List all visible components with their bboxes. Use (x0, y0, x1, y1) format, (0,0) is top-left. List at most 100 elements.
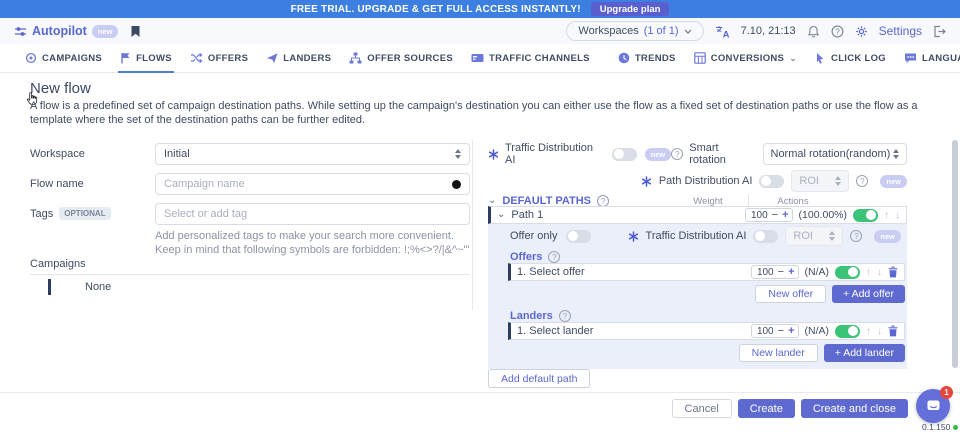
weight-increase-button[interactable]: + (788, 267, 794, 277)
offer-name[interactable]: 1. Select offer (517, 266, 585, 278)
arrow-up-icon[interactable]: ↑ (884, 210, 889, 221)
path-distribution-row: Path Distribution AI ROI ? new (488, 170, 907, 192)
logout-icon[interactable] (933, 25, 946, 38)
weight-increase-button[interactable]: + (782, 210, 788, 220)
lander-row[interactable]: 1. Select lander 100 − + (N/A) ↑ ↓ (508, 322, 905, 340)
landers-title: Landers (510, 310, 553, 322)
chevron-down-icon[interactable]: ⌄ (488, 197, 496, 205)
weight-input[interactable]: 100 − + (751, 265, 799, 279)
traffic-ai-metric-select[interactable]: ROI (785, 226, 843, 246)
add-default-path-button[interactable]: Add default path (488, 369, 590, 388)
arrow-up-icon[interactable]: ↑ (866, 326, 871, 337)
flow-name-input[interactable]: Campaign name (155, 173, 470, 195)
add-lander-button[interactable]: + Add lander (824, 344, 905, 362)
bell-icon[interactable] (807, 25, 820, 38)
new-badge: new (880, 175, 907, 188)
chevron-down-icon: ⌄ (789, 55, 797, 61)
tags-label: Tags OPTIONAL (30, 207, 111, 220)
new-badge: new (874, 230, 901, 243)
offers-buttons: New offer + Add offer (755, 285, 905, 303)
path-ai-toggle[interactable] (759, 175, 784, 188)
trial-banner-text: FREE TRIAL. UPGRADE & GET FULL ACCESS IN… (291, 4, 581, 15)
question-circle-icon[interactable]: ? (856, 175, 868, 187)
status-dot (953, 425, 958, 430)
chevron-down-icon[interactable]: ⌄ (497, 211, 505, 219)
nav-item-languages[interactable]: LANGUAGES (895, 44, 960, 72)
new-lander-button[interactable]: New lander (739, 344, 818, 362)
ai-sparkle-icon (641, 176, 652, 187)
new-offer-button[interactable]: New offer (755, 285, 826, 303)
optional-badge: OPTIONAL (59, 207, 110, 220)
arrow-up-icon[interactable]: ↑ (866, 267, 871, 278)
nav-item-offers[interactable]: OFFERS (181, 44, 257, 72)
row-accent-bar (48, 279, 51, 295)
create-and-close-button[interactable]: Create and close (801, 399, 908, 418)
weight-input[interactable]: 100 − + (745, 208, 793, 222)
select-stepper-icon (455, 149, 461, 159)
question-circle-icon[interactable]: ? (850, 230, 862, 242)
trash-icon[interactable] (888, 266, 898, 278)
cancel-button[interactable]: Cancel (672, 399, 732, 418)
arrow-down-icon[interactable]: ↓ (877, 326, 882, 337)
target-icon (25, 52, 37, 64)
weight-decrease-button[interactable]: − (772, 210, 778, 220)
page-title: New flow (30, 80, 91, 97)
trash-icon[interactable] (888, 325, 898, 337)
nav-item-trends[interactable]: TRENDS (609, 44, 685, 72)
workspaces-selector[interactable]: Workspaces (1 of 1) (566, 21, 703, 41)
weight-decrease-button[interactable]: − (778, 326, 784, 336)
weight-input[interactable]: 100 − + (751, 324, 799, 338)
nav-item-click-log[interactable]: CLICK LOG (806, 44, 895, 72)
shuffle-icon (190, 52, 203, 64)
question-circle-icon[interactable]: ? (548, 251, 560, 263)
workspace-select[interactable]: Initial (155, 143, 470, 165)
logo-new-badge: new (92, 25, 119, 38)
nav-item-traffic-channels[interactable]: TRAFFIC CHANNELS (462, 44, 599, 72)
app-logo[interactable]: Autopilot (32, 24, 87, 38)
traffic-ai-toggle[interactable] (753, 230, 778, 243)
new-badge: new (645, 148, 672, 161)
nav-item-conversions[interactable]: CONVERSIONS ⌄ (685, 44, 806, 72)
nav-item-landers[interactable]: LANDERS (257, 44, 340, 72)
color-dot[interactable] (452, 180, 461, 189)
flow-name-label: Flow name (30, 178, 84, 190)
gear-icon[interactable] (855, 25, 868, 38)
scrollbar[interactable] (952, 140, 958, 368)
nav-item-flows[interactable]: FLOWS (111, 44, 181, 72)
weight-increase-button[interactable]: + (788, 326, 794, 336)
chat-widget-button[interactable]: 1 (916, 389, 950, 423)
create-button[interactable]: Create (738, 399, 795, 418)
path-enabled-toggle[interactable] (853, 209, 878, 222)
weight-decrease-button[interactable]: − (778, 267, 784, 277)
question-circle-icon[interactable]: ? (671, 148, 683, 160)
add-offer-button[interactable]: + Add offer (832, 285, 905, 303)
offer-enabled-toggle[interactable] (835, 266, 860, 279)
smart-rotation-select[interactable]: Normal rotation(random) (763, 143, 908, 165)
traffic-ai-toggle[interactable] (612, 148, 637, 161)
tags-input[interactable]: Select or add tag (155, 203, 470, 225)
table-icon (694, 52, 706, 64)
path-ai-metric-select[interactable]: ROI (791, 170, 849, 192)
path-row[interactable]: ⌄ Path 1 100 − + (100.00%) ↑ ↓ (488, 206, 907, 224)
arrow-down-icon[interactable]: ↓ (895, 210, 900, 221)
chat-bubble-icon (925, 398, 942, 414)
svg-text:?: ? (835, 27, 840, 36)
upgrade-plan-button[interactable]: Upgrade plan (591, 2, 670, 16)
nav-item-campaigns[interactable]: CAMPAIGNS (16, 44, 111, 72)
offer-only-label: Offer only (510, 230, 558, 242)
nav-item-offer-sources[interactable]: OFFER SOURCES (340, 44, 462, 72)
settings-link[interactable]: Settings (879, 24, 922, 38)
divider (30, 274, 470, 275)
arrow-down-icon[interactable]: ↓ (877, 267, 882, 278)
offer-only-toggle[interactable] (566, 230, 591, 243)
bookmark-icon[interactable] (130, 25, 141, 38)
path-name: Path 1 (511, 209, 543, 221)
lander-name[interactable]: 1. Select lander (517, 325, 593, 337)
lander-enabled-toggle[interactable] (835, 325, 860, 338)
help-icon[interactable]: ? (831, 25, 844, 38)
offer-row[interactable]: 1. Select offer 100 − + (N/A) ↑ ↓ (508, 263, 905, 281)
traffic-distribution-row: Traffic Distribution AI new ? Smart rota… (488, 143, 907, 165)
question-circle-icon[interactable]: ? (559, 310, 571, 322)
select-stepper-icon (893, 149, 899, 159)
translate-icon[interactable]: A (715, 25, 730, 38)
